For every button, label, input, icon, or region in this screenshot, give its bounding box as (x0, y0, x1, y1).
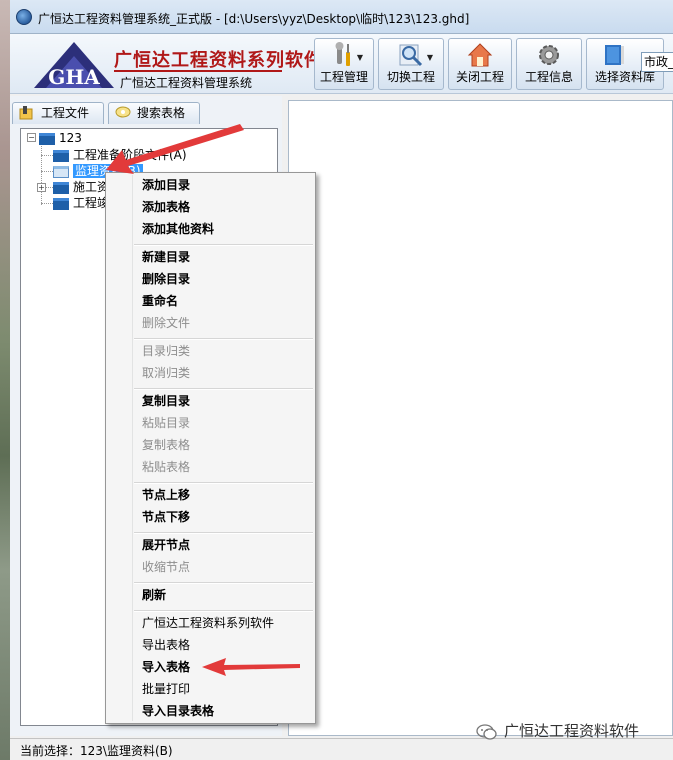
folder-bookmark-icon (19, 106, 33, 120)
search-bubble-icon (115, 106, 131, 118)
house-icon (467, 43, 493, 67)
menu-item-delete-directory[interactable]: 删除目录 (142, 272, 190, 286)
book-icon (605, 45, 624, 65)
menu-item-classify[interactable]: 目录归类 (142, 344, 190, 358)
menu-gutter (132, 175, 133, 721)
content-area (288, 100, 673, 736)
menu-item-import-directory-form[interactable]: 导入目录表格 (142, 704, 214, 718)
folder-icon (53, 181, 69, 194)
menu-item-add-other[interactable]: 添加其他资料 (142, 222, 214, 236)
brand-subtitle: 广恒达工程资料管理系统 (120, 76, 253, 90)
menu-item-batch-print[interactable]: 批量打印 (142, 682, 190, 696)
chevron-down-icon: ▼ (426, 53, 433, 62)
menu-item-expand-node[interactable]: 展开节点 (142, 538, 190, 552)
watermark-text: 广恒达工程资料软件 (504, 722, 640, 740)
context-menu: 添加目录 添加表格 添加其他资料 新建目录 删除目录 重命名 删除文件 目录归类… (105, 172, 316, 724)
title-bar: 广恒达工程资料管理系统_正式版 - [d:\Users\yyz\Desktop\… (10, 0, 673, 34)
menu-item-paste-directory[interactable]: 粘贴目录 (142, 416, 190, 430)
gear-icon (539, 45, 559, 65)
menu-item-copy-directory[interactable]: 复制目录 (142, 394, 190, 408)
brand-underline (114, 70, 282, 72)
chevron-down-icon: ▼ (356, 53, 363, 62)
menu-item-paste-form[interactable]: 粘贴表格 (142, 460, 190, 474)
status-bar: 当前选择：123\监理资料(B) (10, 738, 673, 760)
watermark: 广恒达工程资料软件 (476, 720, 639, 741)
magnifier-icon (399, 44, 423, 67)
project-info-button[interactable]: 工程信息 (516, 38, 582, 90)
menu-separator (134, 532, 313, 534)
menu-item-brand[interactable]: 广恒达工程资料系列软件 (142, 616, 274, 630)
menu-separator (134, 582, 313, 584)
tree-item[interactable]: 施工资 (53, 179, 109, 195)
menu-item-new-directory[interactable]: 新建目录 (142, 250, 190, 264)
menu-separator (134, 244, 313, 246)
menu-item-copy-form[interactable]: 复制表格 (142, 438, 190, 452)
wechat-icon (476, 723, 497, 740)
menu-item-unclassify[interactable]: 取消归类 (142, 366, 190, 380)
tree-item[interactable]: 工程准备阶段文件(A) (53, 147, 187, 163)
menu-item-add-directory[interactable]: 添加目录 (142, 178, 190, 192)
menu-item-collapse-node[interactable]: 收缩节点 (142, 560, 190, 574)
switch-project-label: 切换工程 (386, 70, 435, 84)
tab-project-files[interactable]: 工程文件 (12, 102, 104, 124)
expand-toggle[interactable]: + (37, 183, 46, 192)
menu-item-import-form[interactable]: 导入表格 (142, 660, 190, 674)
tree-root-label: 123 (59, 131, 82, 145)
switch-project-button[interactable]: ▼ 切换工程 (378, 38, 444, 90)
menu-item-move-down[interactable]: 节点下移 (142, 510, 190, 524)
project-info-label: 工程信息 (524, 70, 573, 84)
tab-search-forms[interactable]: 搜索表格 (108, 102, 200, 124)
wrench-screwdriver-icon (335, 42, 350, 66)
desktop-background (0, 0, 10, 760)
project-manage-label: 工程管理 (319, 70, 368, 84)
tree-item-label: 工程竣 (73, 196, 110, 210)
tree-item-label: 施工资 (73, 180, 110, 194)
tree-item[interactable]: 工程竣 (53, 195, 109, 211)
menu-item-rename[interactable]: 重命名 (142, 294, 178, 308)
menu-separator (134, 482, 313, 484)
folder-icon (39, 132, 55, 145)
menu-separator (134, 338, 313, 340)
svg-text:GHA: GHA (48, 65, 100, 89)
library-select[interactable]: 市政_ (641, 52, 673, 72)
open-folder-icon (53, 165, 69, 178)
tab-project-files-label: 工程文件 (41, 106, 90, 120)
gha-logo-icon: GHA (34, 42, 114, 89)
app-icon (16, 9, 32, 25)
collapse-toggle[interactable]: − (27, 133, 36, 142)
brand-title: 广恒达工程资料系列软件 (114, 50, 323, 71)
tab-search-forms-label: 搜索表格 (137, 106, 186, 120)
window-title: 广恒达工程资料管理系统_正式版 - [d:\Users\yyz\Desktop\… (38, 12, 470, 26)
menu-item-add-form[interactable]: 添加表格 (142, 200, 190, 214)
project-manage-button[interactable]: ▼ 工程管理 (314, 38, 374, 90)
menu-item-delete-file[interactable]: 删除文件 (142, 316, 190, 330)
menu-item-refresh[interactable]: 刷新 (142, 588, 166, 602)
close-project-button[interactable]: 关闭工程 (448, 38, 512, 90)
folder-icon (53, 149, 69, 162)
status-text: 当前选择：123\监理资料(B) (20, 744, 173, 758)
menu-item-move-up[interactable]: 节点上移 (142, 488, 190, 502)
close-project-label: 关闭工程 (455, 70, 504, 84)
menu-item-export-form[interactable]: 导出表格 (142, 638, 190, 652)
menu-separator (134, 388, 313, 390)
folder-icon (53, 197, 69, 210)
tree-item-label: 工程准备阶段文件(A) (73, 148, 187, 162)
header-banner: GHA 广恒达工程资料系列软件 广恒达工程资料管理系统 ▼ 工程管理 ▼ 切换工… (10, 34, 673, 94)
tree-root[interactable]: 123 (39, 130, 82, 146)
menu-separator (134, 610, 313, 612)
